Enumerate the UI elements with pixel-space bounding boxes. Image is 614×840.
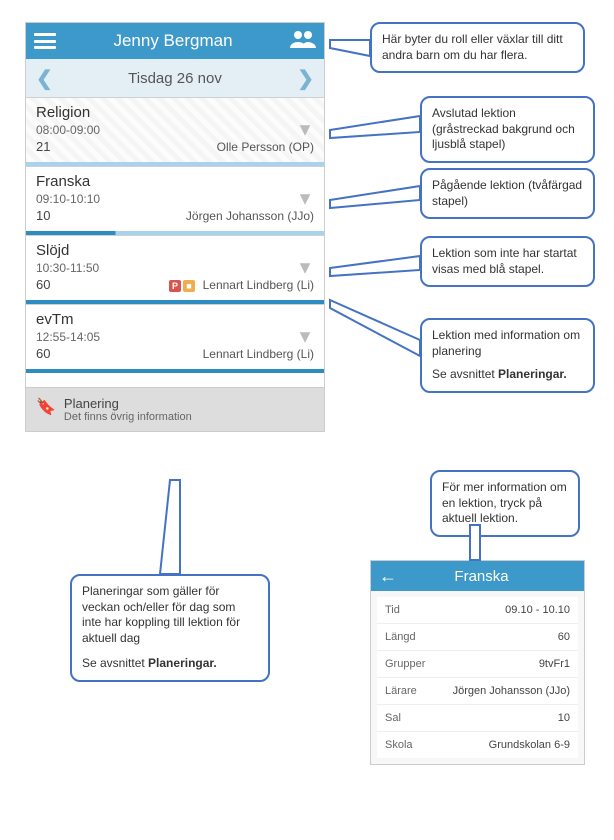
- lesson-room: 10: [36, 208, 50, 223]
- student-name: Jenny Bergman: [113, 31, 232, 51]
- detail-header: ← Franska: [371, 561, 584, 591]
- callout-text: Se avsnittet: [432, 367, 498, 381]
- lesson-subject: evTm: [36, 311, 314, 328]
- lesson-teacher: Lennart Lindberg (Li): [203, 278, 314, 292]
- planning-row[interactable]: 🔖 Planering Det finns övrig information: [26, 387, 324, 431]
- detail-row: Skola Grundskolan 6-9: [377, 732, 578, 758]
- callout-completed: Avslutad lektion (gråstreckad bakgrund o…: [420, 96, 595, 163]
- lesson-room: 21: [36, 139, 50, 154]
- progress-bar: [26, 369, 324, 373]
- detail-label: Lärare: [385, 685, 417, 697]
- lesson-subject: Slöjd: [36, 242, 314, 259]
- detail-label: Tid: [385, 604, 400, 616]
- callout-text: Avslutad lektion (gråstreckad bakgrund o…: [432, 106, 575, 151]
- detail-value: 9tvFr1: [539, 658, 570, 670]
- badge-p-icon: P: [169, 280, 181, 292]
- lesson-time: 09:10-10:10: [36, 192, 314, 206]
- detail-row: Sal 10: [377, 705, 578, 732]
- detail-row: Lärare Jörgen Johansson (JJo): [377, 678, 578, 705]
- callout-bold: Planeringar.: [498, 367, 567, 381]
- detail-label: Längd: [385, 631, 416, 643]
- detail-label: Skola: [385, 739, 413, 751]
- detail-label: Sal: [385, 712, 401, 724]
- callout-bold: Planeringar.: [148, 656, 217, 670]
- bookmark-icon: 🔖: [36, 397, 56, 417]
- lesson-time: 10:30-11:50: [36, 261, 314, 275]
- detail-row: Tid 09.10 - 10.10: [377, 597, 578, 624]
- planning-sub: Det finns övrig information: [64, 411, 192, 423]
- badge-y-icon: ■: [183, 280, 195, 292]
- callout-more-info: För mer information om en lektion, tryck…: [430, 470, 580, 537]
- planning-label: Planering: [64, 396, 192, 411]
- detail-value: 10: [558, 712, 570, 724]
- detail-value: 60: [558, 631, 570, 643]
- callout-text: För mer information om en lektion, tryck…: [442, 480, 567, 525]
- callout-text: Lektion med information om planering: [432, 328, 583, 359]
- lesson-time: 08:00-09:00: [36, 123, 314, 137]
- callout-text: Pågående lektion (tvåfärgad stapel): [432, 178, 582, 208]
- date-label: Tisdag 26 nov: [128, 70, 222, 87]
- lesson-time: 12:55-14:05: [36, 330, 314, 344]
- callout-text: Planeringar som gäller för veckan och/el…: [82, 584, 258, 646]
- lesson-teacher: Jörgen Johansson (JJo): [186, 209, 314, 223]
- lesson-row[interactable]: Slöjd 10:30-11:50 60 P ■ Lennart Lindber…: [26, 235, 324, 304]
- lesson-room: 60: [36, 346, 50, 361]
- callout-weekly: Planeringar som gäller för veckan och/el…: [70, 574, 270, 682]
- detail-row: Grupper 9tvFr1: [377, 651, 578, 678]
- callout-text: Lektion som inte har startat visas med b…: [432, 246, 577, 276]
- detail-rows: Tid 09.10 - 10.10 Längd 60 Grupper 9tvFr1 L…: [371, 591, 584, 764]
- detail-value: 09.10 - 10.10: [505, 604, 570, 616]
- detail-value: Jörgen Johansson (JJo): [453, 685, 570, 697]
- callout-planning-info: Lektion med information om planering Se …: [420, 318, 595, 393]
- chevron-down-icon: ▼: [296, 189, 314, 210]
- callout-text: Här byter du roll eller växlar till ditt…: [382, 32, 563, 62]
- lesson-subject: Franska: [36, 173, 314, 190]
- back-arrow-icon[interactable]: ←: [379, 566, 397, 587]
- detail-phone: ← Franska Tid 09.10 - 10.10 Längd 60 Grupp…: [370, 560, 585, 765]
- lesson-teacher: Lennart Lindberg (Li): [203, 347, 314, 361]
- lesson-row[interactable]: Religion 08:00-09:00 21 Olle Persson (OP…: [26, 97, 324, 166]
- people-icon[interactable]: [290, 30, 316, 53]
- date-bar: ❮ Tisdag 26 nov ❯: [26, 59, 324, 97]
- callout-upcoming: Lektion som inte har startat visas med b…: [420, 236, 595, 287]
- detail-value: Grundskolan 6-9: [489, 739, 570, 751]
- prev-day-icon[interactable]: ❮: [36, 66, 53, 91]
- lesson-room: 60: [36, 277, 50, 292]
- detail-label: Grupper: [385, 658, 425, 670]
- hamburger-icon[interactable]: [34, 33, 56, 49]
- lesson-subject: Religion: [36, 104, 314, 121]
- chevron-down-icon: ▼: [296, 120, 314, 141]
- callout-inprogress: Pågående lektion (tvåfärgad stapel): [420, 168, 595, 219]
- lesson-badges: P ■: [169, 280, 195, 292]
- schedule-phone: Jenny Bergman ❮ Tisdag 26 nov ❯ Religion…: [25, 22, 325, 432]
- lesson-row[interactable]: evTm 12:55-14:05 60 Lennart Lindberg (Li…: [26, 304, 324, 373]
- chevron-down-icon: ▼: [296, 327, 314, 348]
- next-day-icon[interactable]: ❯: [297, 66, 314, 91]
- titlebar: Jenny Bergman: [26, 23, 324, 59]
- callout-text: Se avsnittet: [82, 656, 148, 670]
- lesson-row[interactable]: Franska 09:10-10:10 10 Jörgen Johansson …: [26, 166, 324, 235]
- chevron-down-icon: ▼: [296, 258, 314, 279]
- detail-row: Längd 60: [377, 624, 578, 651]
- lesson-teacher: Olle Persson (OP): [217, 140, 314, 154]
- callout-role-switch: Här byter du roll eller växlar till ditt…: [370, 22, 585, 73]
- detail-title: Franska: [405, 568, 558, 585]
